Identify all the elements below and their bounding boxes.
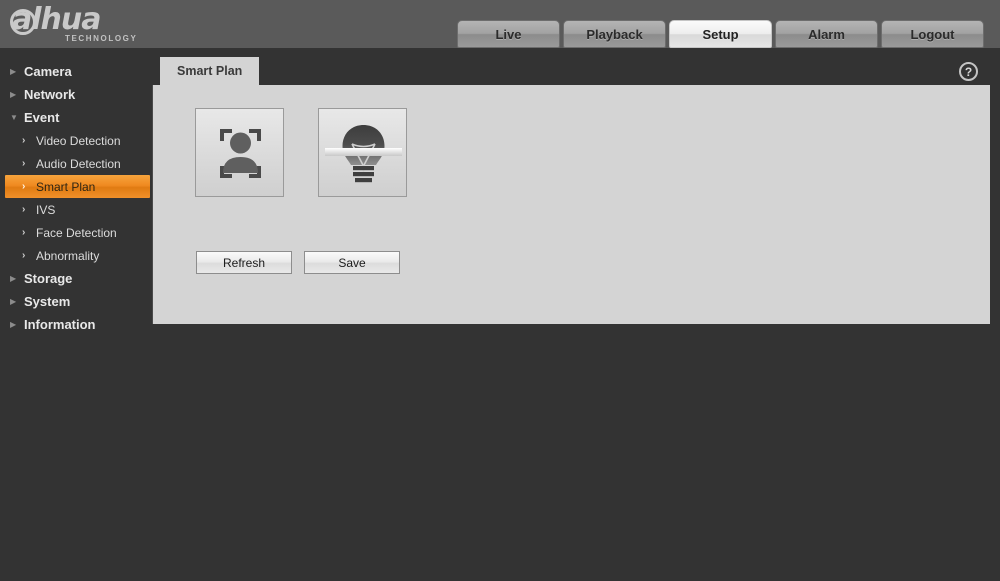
triangle-right-icon: ▶ [10, 66, 17, 76]
sidebar-item-label: Storage [24, 271, 73, 286]
nav-tab-setup[interactable]: Setup [669, 20, 772, 48]
sidebar-item-label: System [24, 294, 71, 309]
sidebar-item-label: Information [24, 317, 96, 332]
chevron-right-icon: › [22, 203, 26, 215]
help-icon[interactable]: ? [959, 62, 978, 81]
panel-tab-bar: Smart Plan ? [152, 57, 990, 85]
chevron-right-icon: › [22, 249, 26, 261]
tab-smart-plan[interactable]: Smart Plan [160, 57, 260, 85]
sidebar-item-face-detection[interactable]: › Face Detection [0, 221, 152, 244]
nav-tab-live[interactable]: Live [457, 20, 560, 48]
nav-tab-playback[interactable]: Playback [563, 20, 666, 48]
face-detection-icon [220, 129, 261, 178]
sidebar-item-camera[interactable]: ▶ Camera [0, 60, 152, 83]
smart-plan-tiles [195, 108, 407, 197]
chevron-right-icon: › [22, 180, 26, 192]
sidebar-item-audio-detection[interactable]: › Audio Detection [0, 152, 152, 175]
panel-body: Refresh Save [153, 85, 990, 324]
sidebar-item-storage[interactable]: ▶ Storage [0, 267, 152, 290]
logo-subtitle: TECHNOLOGY [65, 34, 138, 43]
action-buttons: Refresh Save [196, 251, 400, 274]
plan-tile-ivs[interactable] [318, 108, 407, 197]
lightbulb-icon [325, 125, 402, 183]
nav-tab-logout[interactable]: Logout [881, 20, 984, 48]
triangle-right-icon: ▶ [10, 273, 17, 283]
sidebar-item-system[interactable]: ▶ System [0, 290, 152, 313]
refresh-button[interactable]: Refresh [196, 251, 292, 274]
sidebar-item-label: Abnormality [36, 248, 100, 263]
app-header: alhua TECHNOLOGY Live Playback Setup Ala… [0, 0, 1000, 48]
chevron-right-icon: › [22, 134, 26, 146]
nav-tab-alarm[interactable]: Alarm [775, 20, 878, 48]
sidebar-item-label: Smart Plan [36, 179, 96, 194]
sidebar-nav: ▶ Camera ▶ Network ▼ Event › Video Detec… [0, 48, 152, 581]
sidebar-item-label: IVS [36, 202, 56, 217]
sidebar-item-network[interactable]: ▶ Network [0, 83, 152, 106]
sidebar-item-label: Audio Detection [36, 156, 121, 171]
sidebar-item-smart-plan[interactable]: › Smart Plan [5, 175, 150, 198]
sidebar-item-information[interactable]: ▶ Information [0, 313, 152, 336]
sidebar-item-event[interactable]: ▼ Event [0, 106, 152, 129]
chevron-right-icon: › [22, 157, 26, 169]
dahua-logo: alhua TECHNOLOGY [8, 4, 148, 46]
save-button[interactable]: Save [304, 251, 400, 274]
triangle-down-icon: ▼ [10, 112, 18, 122]
logo-wordmark: alhua [12, 2, 101, 37]
chevron-right-icon: › [22, 226, 26, 238]
sidebar-item-label: Face Detection [36, 225, 117, 240]
sidebar-item-label: Event [24, 110, 60, 125]
sidebar-item-ivs[interactable]: › IVS [0, 198, 152, 221]
triangle-right-icon: ▶ [10, 319, 17, 329]
sidebar-item-label: Camera [24, 64, 72, 79]
sidebar-item-abnormality[interactable]: › Abnormality [0, 244, 152, 267]
triangle-right-icon: ▶ [10, 89, 17, 99]
sidebar-item-label: Network [24, 87, 76, 102]
sidebar-item-video-detection[interactable]: › Video Detection [0, 129, 152, 152]
plan-tile-face-detection[interactable] [195, 108, 284, 197]
main-nav-tabs: Live Playback Setup Alarm Logout [457, 20, 984, 48]
triangle-right-icon: ▶ [10, 296, 17, 306]
sidebar-item-label: Video Detection [36, 133, 121, 148]
